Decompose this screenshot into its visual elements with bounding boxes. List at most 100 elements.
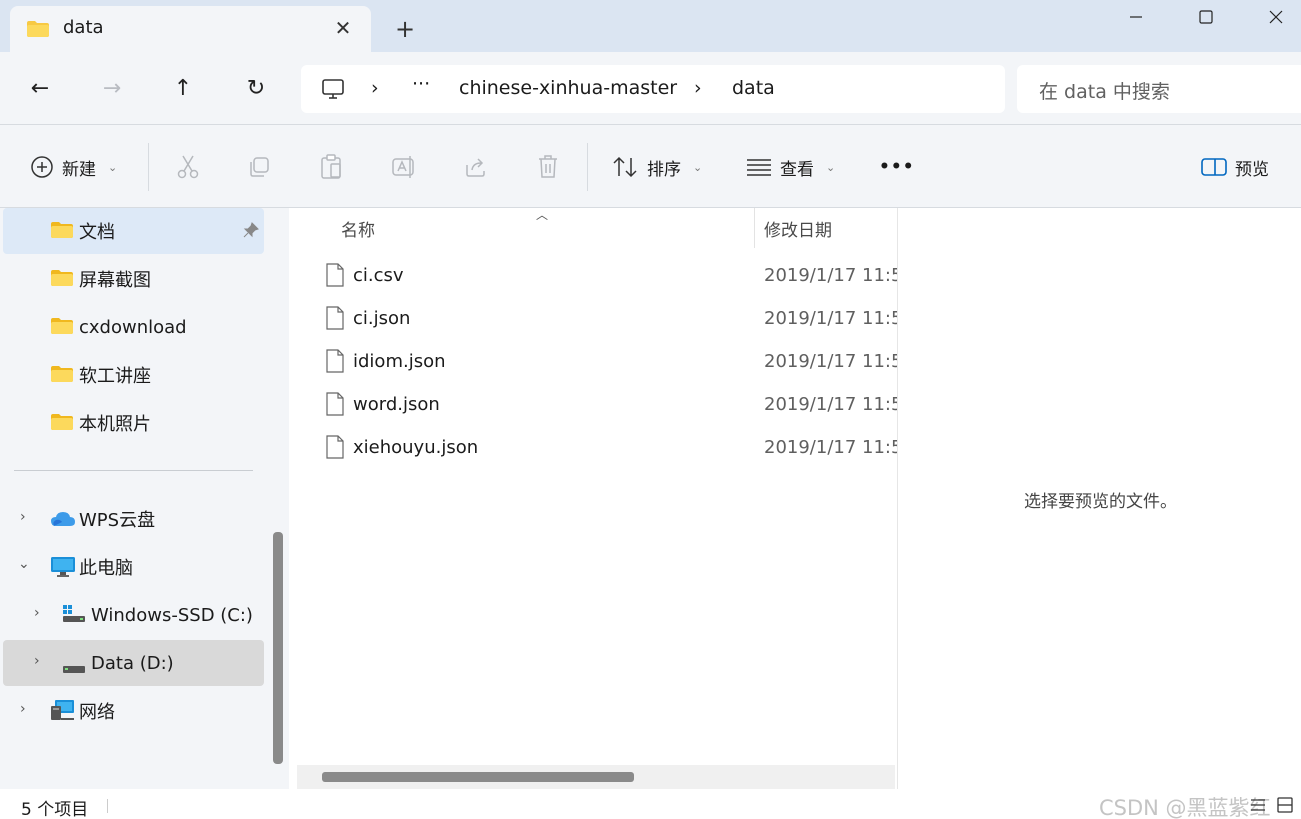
command-bar: 新建 ⌄ 排序 ⌄ 查看 ⌄ ••• 预览 bbox=[0, 124, 1301, 208]
view-button[interactable]: 查看 ⌄ bbox=[746, 151, 835, 183]
search-input[interactable]: 在 data 中搜索 bbox=[1017, 65, 1301, 113]
forward-button[interactable]: → bbox=[92, 70, 132, 106]
pin-icon[interactable] bbox=[243, 222, 259, 243]
sidebar-item-this-pc[interactable]: ⌄ 此电脑 bbox=[3, 544, 264, 590]
chevron-right-icon[interactable]: › bbox=[34, 653, 40, 669]
close-tab-icon[interactable]: ✕ bbox=[327, 12, 359, 44]
delete-button[interactable] bbox=[536, 151, 560, 183]
table-row[interactable]: ci.json 2019/1/17 11:5 bbox=[320, 298, 897, 341]
drive-icon bbox=[62, 659, 86, 680]
file-icon bbox=[326, 349, 344, 378]
network-icon bbox=[50, 699, 76, 728]
preview-pane-button[interactable]: 预览 bbox=[1201, 151, 1269, 183]
chevron-down-icon[interactable]: ⌄ bbox=[18, 556, 30, 572]
tab-title: data bbox=[63, 17, 104, 38]
breadcrumb-chinese-xinhua-master[interactable]: chinese-xinhua-master bbox=[459, 77, 677, 99]
view-list-icon bbox=[747, 159, 771, 176]
table-row[interactable]: word.json 2019/1/17 11:5 bbox=[320, 384, 897, 427]
file-date: 2019/1/17 11:5 bbox=[764, 351, 897, 372]
close-icon bbox=[1269, 10, 1283, 24]
sort-icon bbox=[613, 156, 637, 178]
column-header-date[interactable]: 修改日期 bbox=[764, 216, 832, 241]
rename-button[interactable] bbox=[391, 151, 417, 183]
sort-button[interactable]: 排序 ⌄ bbox=[611, 151, 702, 183]
chevron-right-icon[interactable]: › bbox=[20, 509, 26, 525]
status-divider bbox=[107, 799, 108, 813]
more-options-button[interactable]: ••• bbox=[879, 151, 915, 183]
windows-drive-icon bbox=[62, 605, 86, 628]
sidebar-item-network[interactable]: › 网络 bbox=[3, 688, 264, 734]
folder-icon bbox=[50, 317, 74, 340]
breadcrumb-separator[interactable]: › bbox=[694, 77, 702, 99]
address-bar[interactable]: › ··· chinese-xinhua-master › data bbox=[301, 65, 1005, 113]
details-view-icon[interactable] bbox=[1250, 797, 1266, 818]
chevron-down-icon: ⌄ bbox=[826, 160, 836, 174]
file-date: 2019/1/17 11:5 bbox=[764, 308, 897, 329]
folder-icon bbox=[50, 269, 74, 292]
sidebar-item-lectures[interactable]: 软工讲座 bbox=[3, 352, 264, 398]
maximize-button[interactable] bbox=[1171, 0, 1241, 34]
chevron-down-icon: ⌄ bbox=[693, 160, 703, 174]
sidebar-item-documents[interactable]: 文档 bbox=[3, 208, 264, 254]
column-header-name[interactable]: 名称 bbox=[341, 216, 375, 241]
folder-icon bbox=[50, 221, 74, 244]
sidebar-item-label: WPS云盘 bbox=[79, 510, 156, 531]
sidebar-item-photos[interactable]: 本机照片 bbox=[3, 400, 264, 446]
sidebar-item-cxdownload[interactable]: cxdownload bbox=[3, 304, 264, 350]
file-list: ︿ 名称 修改日期 ci.csv 2019/1/17 11:5 ci.json … bbox=[290, 208, 897, 789]
scissors-icon bbox=[177, 155, 199, 179]
table-row[interactable]: idiom.json 2019/1/17 11:5 bbox=[320, 341, 897, 384]
chevron-right-icon[interactable]: › bbox=[20, 701, 26, 717]
cloud-icon bbox=[50, 510, 76, 533]
copy-icon bbox=[250, 157, 269, 177]
breadcrumb-separator[interactable]: › bbox=[371, 77, 379, 99]
close-window-button[interactable] bbox=[1241, 0, 1301, 34]
sidebar-divider bbox=[14, 470, 253, 471]
cut-button[interactable] bbox=[176, 151, 200, 183]
breadcrumb-overflow[interactable]: ··· bbox=[412, 73, 430, 95]
up-button[interactable]: ↑ bbox=[163, 70, 203, 106]
table-row[interactable]: xiehouyu.json 2019/1/17 11:5 bbox=[320, 427, 897, 470]
rename-icon bbox=[392, 156, 414, 178]
file-list-scrollbar-thumb[interactable] bbox=[322, 772, 634, 782]
table-row[interactable]: ci.csv 2019/1/17 11:5 bbox=[320, 255, 897, 298]
file-icon bbox=[326, 263, 344, 292]
minimize-button[interactable] bbox=[1101, 0, 1171, 34]
sidebar-item-drive-c[interactable]: › Windows-SSD (C:) bbox=[3, 592, 264, 638]
sidebar-scrollbar-thumb[interactable] bbox=[273, 532, 283, 764]
preview-pane-icon bbox=[1201, 158, 1227, 176]
tab-data[interactable]: data ✕ bbox=[10, 6, 371, 52]
navigation-bar: ← → ↑ ↻ › ··· chinese-xinhua-master › da… bbox=[0, 52, 1301, 124]
file-name: ci.csv bbox=[353, 265, 404, 286]
maximize-icon bbox=[1199, 10, 1213, 24]
chevron-right-icon[interactable]: › bbox=[34, 605, 40, 621]
file-name: xiehouyu.json bbox=[353, 437, 479, 458]
preview-empty-message: 选择要预览的文件。 bbox=[1024, 492, 1177, 512]
sidebar-item-wps-cloud[interactable]: › WPS云盘 bbox=[3, 496, 264, 542]
file-name: word.json bbox=[353, 394, 440, 415]
trash-icon bbox=[539, 155, 557, 178]
paste-button[interactable] bbox=[319, 151, 343, 183]
new-button[interactable]: 新建 ⌄ bbox=[30, 151, 117, 183]
sidebar-item-drive-d[interactable]: › Data (D:) bbox=[3, 640, 264, 686]
refresh-button[interactable]: ↻ bbox=[236, 70, 276, 106]
watermark: CSDN @黑蓝紫红 bbox=[1099, 796, 1271, 819]
sidebar-item-label: 文档 bbox=[79, 222, 115, 243]
sidebar-item-label: 屏幕截图 bbox=[79, 270, 151, 291]
new-tab-button[interactable]: + bbox=[388, 12, 422, 46]
tiles-view-icon[interactable] bbox=[1277, 797, 1293, 818]
share-button[interactable] bbox=[464, 151, 488, 183]
file-icon bbox=[326, 392, 344, 421]
preview-pane: 选择要预览的文件。 bbox=[897, 208, 1301, 789]
file-icon bbox=[326, 306, 344, 335]
status-bar: 5 个项目 CSDN @黑蓝紫红 bbox=[0, 789, 1301, 819]
back-button[interactable]: ← bbox=[20, 70, 60, 106]
sidebar-item-screenshots[interactable]: 屏幕截图 bbox=[3, 256, 264, 302]
monitor-icon[interactable] bbox=[321, 78, 345, 105]
sidebar-item-label: 此电脑 bbox=[79, 558, 133, 579]
copy-button[interactable] bbox=[247, 151, 271, 183]
sidebar-item-label: 本机照片 bbox=[79, 414, 151, 435]
breadcrumb-data[interactable]: data bbox=[732, 77, 775, 99]
sidebar-item-label: 网络 bbox=[79, 702, 115, 723]
column-divider[interactable] bbox=[754, 208, 755, 248]
